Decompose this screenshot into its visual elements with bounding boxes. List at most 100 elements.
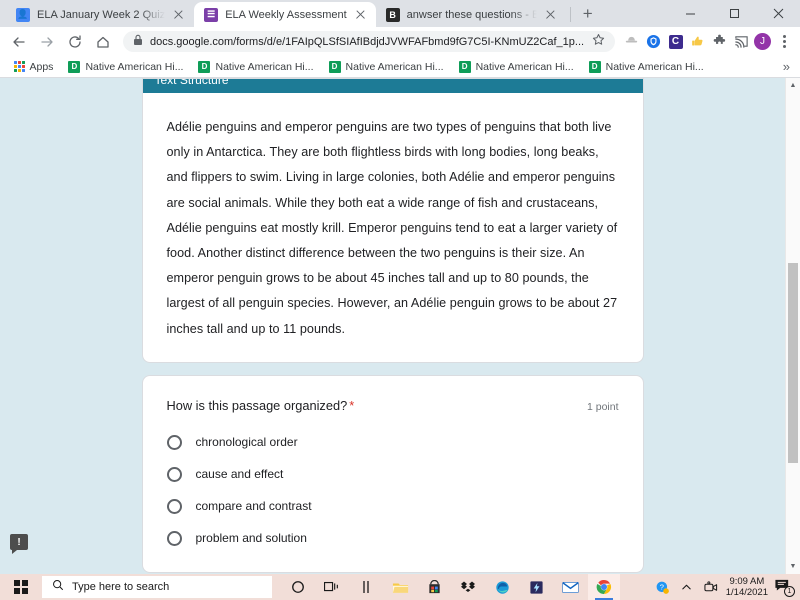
forward-icon[interactable] bbox=[34, 29, 60, 55]
url-text: docs.google.com/forms/d/e/1FAIpQLSfSIAfI… bbox=[150, 35, 585, 48]
close-icon[interactable] bbox=[354, 8, 368, 22]
option-label: compare and contrast bbox=[195, 499, 312, 514]
section-banner: Text Structure bbox=[142, 78, 643, 93]
flash-app-icon[interactable] bbox=[520, 574, 552, 600]
apps-grid-icon bbox=[14, 61, 25, 72]
contact-card-icon: 👤 bbox=[16, 7, 30, 22]
bookmark-item[interactable]: D Native American Hi... bbox=[62, 59, 189, 75]
scroll-up-icon[interactable]: ▲ bbox=[786, 78, 800, 93]
help-icon[interactable]: ? bbox=[654, 580, 672, 595]
bookmarks-bar: Apps D Native American Hi... D Native Am… bbox=[0, 56, 800, 78]
bookmark-item[interactable]: D Native American Hi... bbox=[583, 59, 710, 75]
dropbox-icon[interactable] bbox=[452, 574, 484, 600]
start-icon[interactable] bbox=[0, 574, 42, 600]
thumbs-up-extension-icon[interactable] bbox=[688, 32, 707, 51]
scroll-down-icon[interactable]: ▼ bbox=[786, 559, 800, 574]
apps-shortcut[interactable]: Apps bbox=[8, 59, 59, 75]
close-icon[interactable] bbox=[756, 0, 800, 27]
tab-title: ELA January Week 2 Quiz bbox=[37, 8, 166, 21]
bookmark-item[interactable]: D Native American Hi... bbox=[192, 59, 319, 75]
address-bar[interactable]: docs.google.com/forms/d/e/1FAIpQLSfSIAfI… bbox=[123, 31, 615, 52]
question-points: 1 point bbox=[586, 400, 619, 413]
widget-icon[interactable] bbox=[350, 574, 382, 600]
close-icon[interactable] bbox=[172, 8, 186, 22]
task-view-icon[interactable] bbox=[316, 574, 348, 600]
file-explorer-icon[interactable] bbox=[384, 574, 416, 600]
cortana-icon[interactable] bbox=[282, 574, 314, 600]
star-icon[interactable] bbox=[592, 33, 605, 51]
home-icon[interactable] bbox=[90, 29, 116, 55]
bookmark-item[interactable]: D Native American Hi... bbox=[323, 59, 450, 75]
question-title: How is this passage organized? * bbox=[167, 398, 355, 413]
option-cause-and-effect[interactable]: cause and effect bbox=[166, 466, 619, 482]
browser-toolbar: docs.google.com/forms/d/e/1FAIpQLSfSIAfI… bbox=[0, 27, 800, 56]
feedback-icon[interactable]: ! bbox=[10, 534, 28, 554]
bookmark-label: Native American Hi... bbox=[475, 60, 574, 73]
reload-icon[interactable] bbox=[62, 29, 88, 55]
minimize-icon[interactable] bbox=[668, 0, 712, 27]
cast-icon[interactable] bbox=[732, 32, 751, 51]
search-placeholder: Type here to search bbox=[72, 581, 170, 593]
tab-ela-january-week-2-quiz[interactable]: 👤 ELA January Week 2 Quiz bbox=[6, 2, 195, 27]
required-marker: * bbox=[349, 397, 355, 413]
profile-avatar[interactable]: J bbox=[754, 33, 771, 50]
radio-button[interactable] bbox=[166, 466, 182, 482]
option-label: problem and solution bbox=[195, 531, 307, 546]
chrome-icon[interactable] bbox=[588, 574, 620, 600]
system-tray: ? 9:09 AM 1/14/2021 1 bbox=[654, 576, 800, 598]
show-hidden-icons-icon[interactable] bbox=[678, 582, 696, 593]
bookmark-item[interactable]: D Native American Hi... bbox=[453, 59, 580, 75]
google-docs-icon: D bbox=[588, 60, 601, 73]
extensions-row: C J bbox=[622, 32, 794, 52]
edge-icon[interactable] bbox=[486, 574, 518, 600]
maximize-icon[interactable] bbox=[712, 0, 756, 27]
tab-title: anwser these questions - Brainly bbox=[406, 8, 537, 21]
new-tab-button[interactable]: + bbox=[575, 1, 601, 27]
taskbar-clock[interactable]: 9:09 AM 1/14/2021 bbox=[726, 576, 768, 598]
radio-button[interactable] bbox=[166, 498, 182, 514]
c-extension-icon[interactable]: C bbox=[666, 32, 685, 51]
browser-menu-icon[interactable] bbox=[774, 32, 794, 52]
close-icon[interactable] bbox=[544, 8, 558, 22]
question-body: How is this passage organized? * 1 point … bbox=[143, 376, 643, 572]
lock-icon bbox=[133, 33, 143, 51]
option-compare-and-contrast[interactable]: compare and contrast bbox=[166, 498, 619, 514]
radio-button[interactable] bbox=[166, 530, 182, 546]
windows-taskbar: Type here to search ? 9:09 AM 1/14/2021 … bbox=[0, 574, 800, 600]
puzzle-extension-icon[interactable] bbox=[710, 32, 729, 51]
notification-center-icon[interactable]: 1 bbox=[774, 578, 795, 597]
scrollbar-thumb[interactable] bbox=[788, 263, 798, 463]
back-icon[interactable] bbox=[6, 29, 32, 55]
camera-icon[interactable] bbox=[702, 580, 720, 594]
bookmark-label: Native American Hi... bbox=[345, 60, 444, 73]
hat-extension-icon[interactable] bbox=[622, 32, 641, 51]
clock-date: 1/14/2021 bbox=[725, 587, 768, 598]
page-scrollbar[interactable]: ▲ ▼ bbox=[785, 78, 800, 574]
form-container: Text Structure Adélie penguins and emper… bbox=[141, 78, 644, 574]
tab-title: ELA Weekly Assessment bbox=[225, 8, 347, 21]
tab-anwser-these-questions-brainly[interactable]: B anwser these questions - Brainly bbox=[375, 2, 566, 27]
search-input[interactable]: Type here to search bbox=[42, 576, 272, 598]
shield-extension-icon[interactable] bbox=[644, 32, 663, 51]
mail-icon[interactable] bbox=[554, 574, 586, 600]
passage-card: Text Structure Adélie penguins and emper… bbox=[141, 78, 644, 363]
option-label: cause and effect bbox=[195, 467, 284, 482]
google-docs-icon: D bbox=[458, 60, 471, 73]
bookmark-label: Native American Hi... bbox=[605, 60, 704, 73]
notification-badge: 1 bbox=[784, 586, 795, 597]
bookmark-label: Native American Hi... bbox=[215, 60, 314, 73]
passage-body: Adélie penguins and emperor penguins are… bbox=[143, 93, 643, 362]
tab-strip: 👤 ELA January Week 2 Quiz ☰ ELA Weekly A… bbox=[0, 0, 800, 27]
google-docs-icon: D bbox=[328, 60, 341, 73]
option-chronological-order[interactable]: chronological order bbox=[166, 434, 619, 450]
taskbar-items bbox=[282, 574, 620, 600]
page-viewport: Text Structure Adélie penguins and emper… bbox=[0, 78, 800, 574]
radio-button[interactable] bbox=[166, 434, 182, 450]
section-title: Text Structure bbox=[154, 78, 229, 87]
bookmarks-overflow-icon[interactable]: » bbox=[783, 59, 792, 74]
options-list: chronological order cause and effect com… bbox=[166, 434, 619, 546]
microsoft-store-icon[interactable] bbox=[418, 574, 450, 600]
tab-ela-weekly-assessment[interactable]: ☰ ELA Weekly Assessment bbox=[194, 2, 376, 27]
option-problem-and-solution[interactable]: problem and solution bbox=[166, 530, 619, 546]
search-icon bbox=[52, 578, 64, 596]
